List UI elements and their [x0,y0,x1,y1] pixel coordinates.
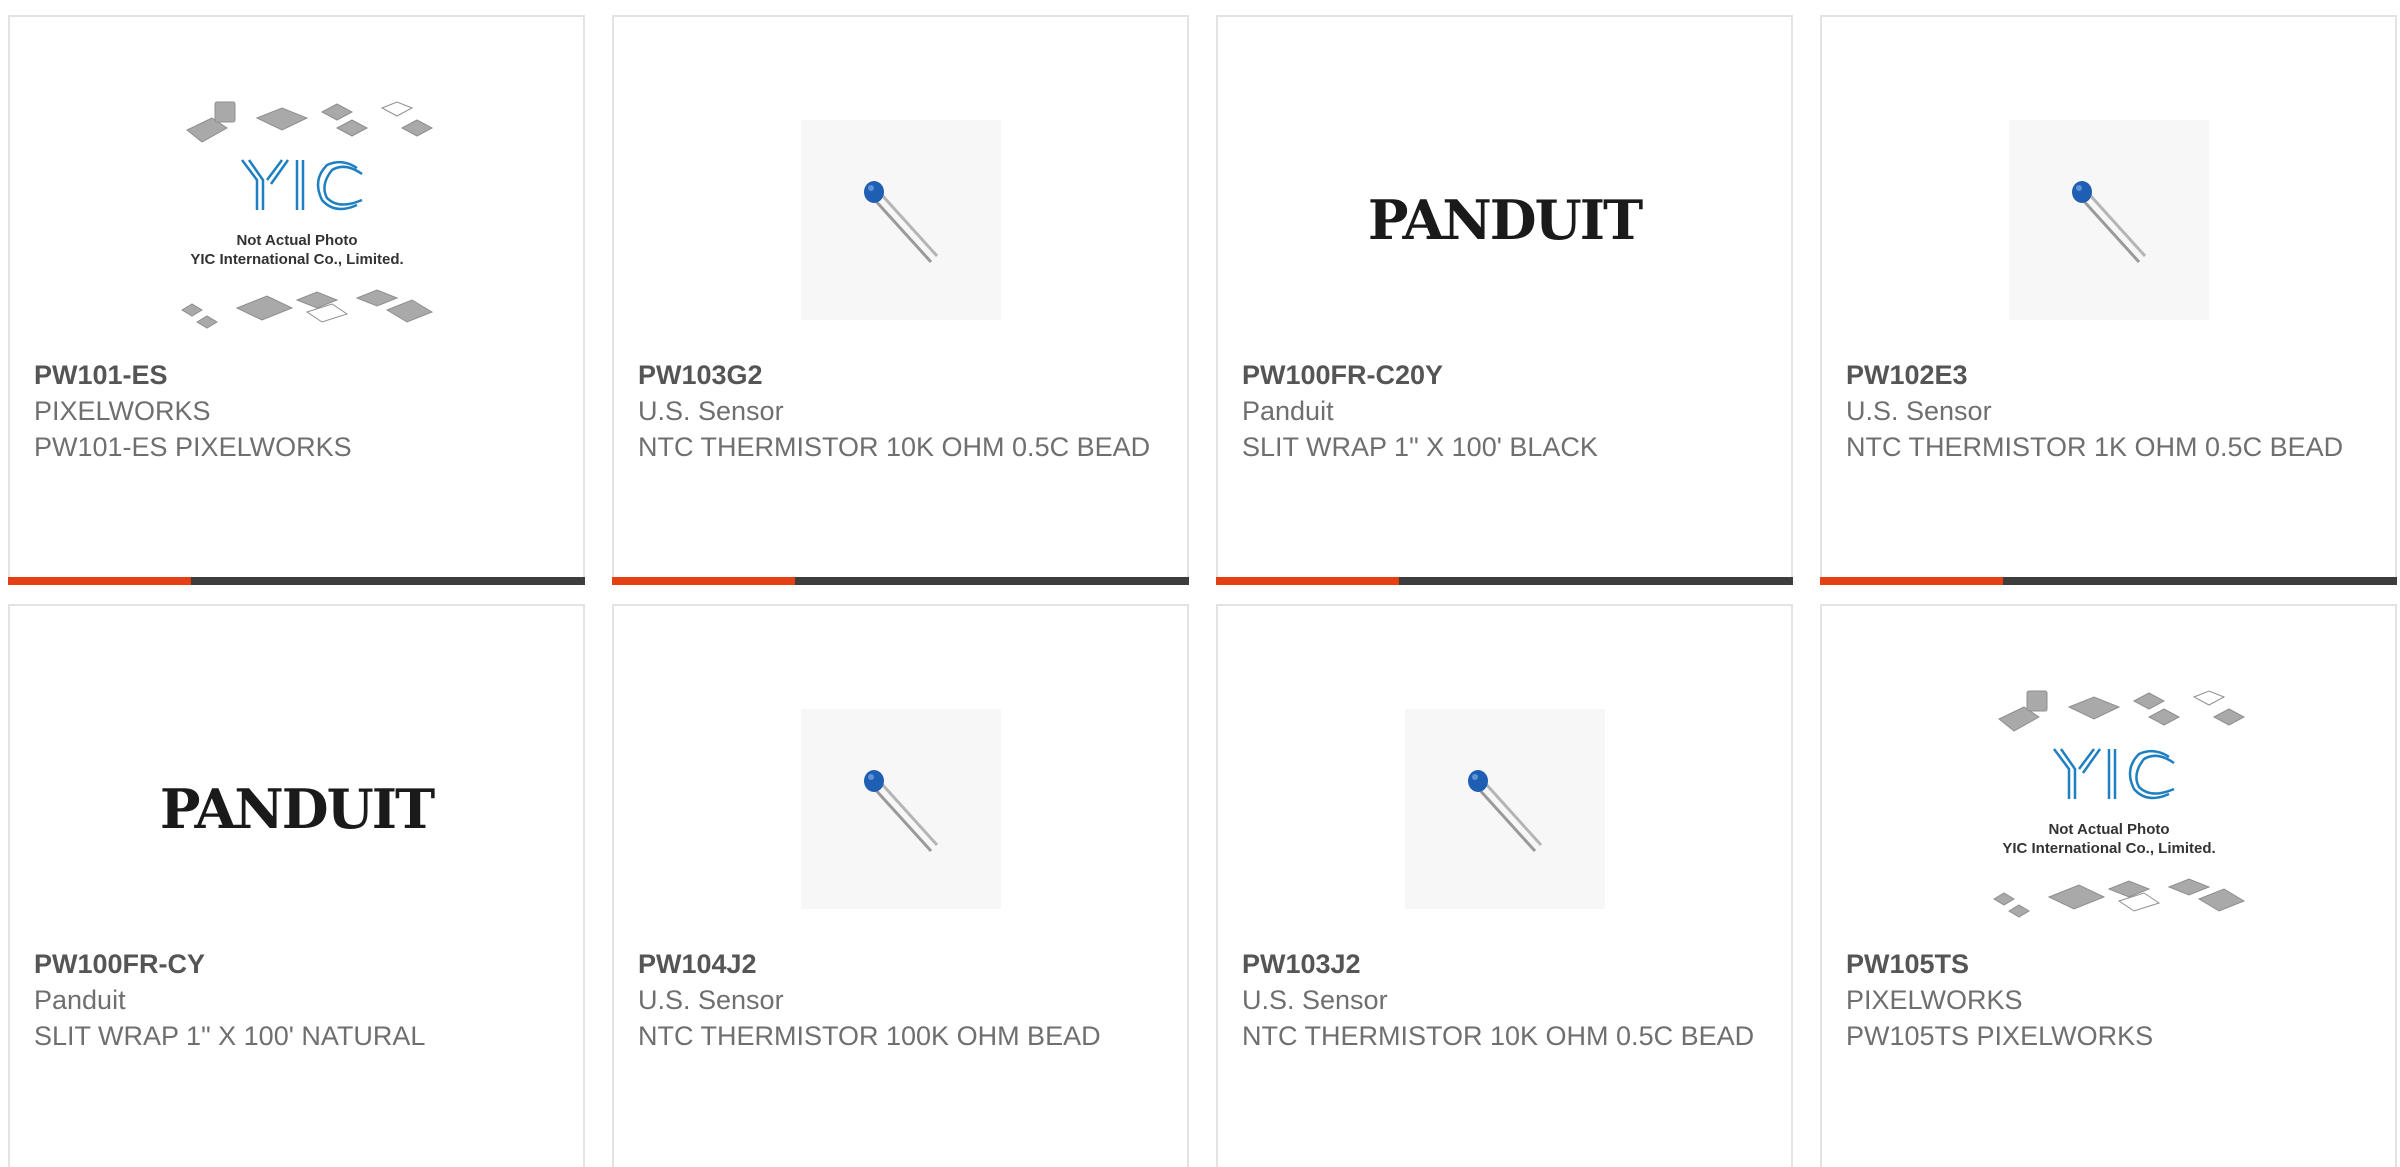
card-footer-bar [1820,577,2397,585]
manufacturer: U.S. Sensor [1242,985,1388,1015]
description: SLIT WRAP 1" X 100' BLACK [1242,432,1598,462]
product-image[interactable]: PANDUIT [1218,75,1791,365]
product-info: PW102E3 U.S. Sensor NTC THERMISTOR 1K OH… [1846,357,2375,465]
part-number[interactable]: PW104J2 [638,946,1167,982]
manufacturer: Panduit [34,985,126,1015]
product-image[interactable] [1822,75,2395,365]
product-info: PW103G2 U.S. Sensor NTC THERMISTOR 10K O… [638,357,1167,465]
product-card[interactable]: Not Actual Photo YIC International Co., … [8,15,585,585]
manufacturer: PIXELWORKS [1846,985,2023,1015]
product-info: PW101-ES PIXELWORKS PW101-ES PIXELWORKS [34,357,563,465]
part-number[interactable]: PW103J2 [1242,946,1771,982]
product-image[interactable] [1218,664,1791,954]
placeholder-image-icon: Not Actual Photo YIC International Co., … [1992,690,2245,918]
thermistor-photo [800,709,1001,909]
thermistor-photo [800,120,1001,320]
product-image[interactable]: Not Actual Photo YIC International Co., … [1822,664,2395,954]
svg-text:Not Actual Photo: Not Actual Photo [236,232,357,249]
product-grid: Not Actual Photo YIC International Co., … [0,0,2400,1167]
product-info: PW100FR-C20Y Panduit SLIT WRAP 1" X 100'… [1242,357,1771,465]
product-info: PW104J2 U.S. Sensor NTC THERMISTOR 100K … [638,946,1167,1054]
part-number[interactable]: PW100FR-C20Y [1242,357,1771,393]
card-footer-bar [8,577,585,585]
product-info: PW105TS PIXELWORKS PW105TS PIXELWORKS [1846,946,2375,1054]
thermistor-photo [2008,120,2209,320]
svg-text:YIC International Co., Limited: YIC International Co., Limited. [190,251,403,268]
svg-text:YIC International Co., Limited: YIC International Co., Limited. [2002,840,2215,857]
manufacturer: U.S. Sensor [638,985,784,1015]
part-number[interactable]: PW101-ES [34,357,563,393]
description: NTC THERMISTOR 10K OHM 0.5C BEAD [1242,1021,1755,1051]
part-number[interactable]: PW105TS [1846,946,2375,982]
product-card[interactable]: Not Actual Photo YIC International Co., … [1820,604,2397,1167]
part-number[interactable]: PW102E3 [1846,357,2375,393]
card-footer-bar [612,577,1189,585]
manufacturer: PIXELWORKS [34,396,211,426]
description: NTC THERMISTOR 1K OHM 0.5C BEAD [1846,432,2344,462]
product-card[interactable]: PANDUIT PW100FR-C20Y Panduit SLIT WRAP 1… [1216,15,1793,585]
product-image[interactable]: Not Actual Photo YIC International Co., … [10,75,583,365]
product-card[interactable]: PW102E3 U.S. Sensor NTC THERMISTOR 1K OH… [1820,15,2397,585]
manufacturer: U.S. Sensor [1846,396,1992,426]
placeholder-image-icon: Not Actual Photo YIC International Co., … [180,101,433,329]
manufacturer: Panduit [1242,396,1334,426]
product-card[interactable]: PW103G2 U.S. Sensor NTC THERMISTOR 10K O… [612,15,1189,585]
description: PW105TS PIXELWORKS [1846,1021,2154,1051]
product-card[interactable]: PANDUIT PW100FR-CY Panduit SLIT WRAP 1" … [8,604,585,1167]
product-info: PW100FR-CY Panduit SLIT WRAP 1" X 100' N… [34,946,563,1054]
card-footer-bar [1216,577,1793,585]
product-image[interactable] [614,75,1187,365]
thermistor-photo [1404,709,1605,909]
part-number[interactable]: PW100FR-CY [34,946,563,982]
product-info: PW103J2 U.S. Sensor NTC THERMISTOR 10K O… [1242,946,1771,1054]
product-card[interactable]: PW103J2 U.S. Sensor NTC THERMISTOR 10K O… [1216,604,1793,1167]
description: SLIT WRAP 1" X 100' NATURAL [34,1021,426,1051]
description: PW101-ES PIXELWORKS [34,432,352,462]
part-number[interactable]: PW103G2 [638,357,1167,393]
panduit-logo: PANDUIT [159,777,435,841]
product-image[interactable] [614,664,1187,954]
svg-text:Not Actual Photo: Not Actual Photo [2048,821,2169,838]
manufacturer: U.S. Sensor [638,396,784,426]
panduit-logo: PANDUIT [1367,188,1643,252]
description: NTC THERMISTOR 10K OHM 0.5C BEAD [638,432,1151,462]
product-image[interactable]: PANDUIT [10,664,583,954]
product-card[interactable]: PW104J2 U.S. Sensor NTC THERMISTOR 100K … [612,604,1189,1167]
description: NTC THERMISTOR 100K OHM BEAD [638,1021,1101,1051]
